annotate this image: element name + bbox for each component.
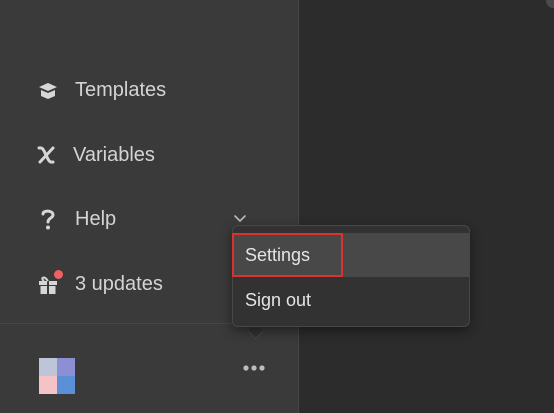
sidebar-item-variables[interactable]: Variables [35,142,155,168]
notification-badge [53,269,64,280]
sidebar-item-label: Variables [73,143,155,166]
menu-item-settings[interactable]: Settings [233,233,469,277]
more-options-button[interactable] [241,358,267,378]
sidebar-item-updates[interactable]: 3 updates [35,269,163,297]
variable-x-icon [33,142,59,168]
menu-item-label: Sign out [245,289,312,310]
menu-item-label: Settings [245,244,311,265]
main-area [299,0,554,413]
templates-box-icon [35,77,61,103]
avatar[interactable] [39,358,75,394]
gift-icon [35,269,64,297]
question-icon [35,206,61,232]
sidebar-item-templates[interactable]: Templates [35,77,166,103]
sidebar-item-label: Help [75,207,117,230]
sidebar-item-help[interactable]: Help [35,206,116,232]
more-dots-icon [243,365,265,371]
sidebar: Templates Variables Help 3 updates [0,0,299,413]
account-dropdown-menu: Settings Sign out [232,225,470,327]
sidebar-item-label: 3 updates [75,272,163,295]
corner-decoration [546,0,554,8]
chevron-down-icon[interactable] [232,210,248,226]
sidebar-item-label: Templates [75,78,167,101]
menu-item-sign-out[interactable]: Sign out [233,278,469,322]
